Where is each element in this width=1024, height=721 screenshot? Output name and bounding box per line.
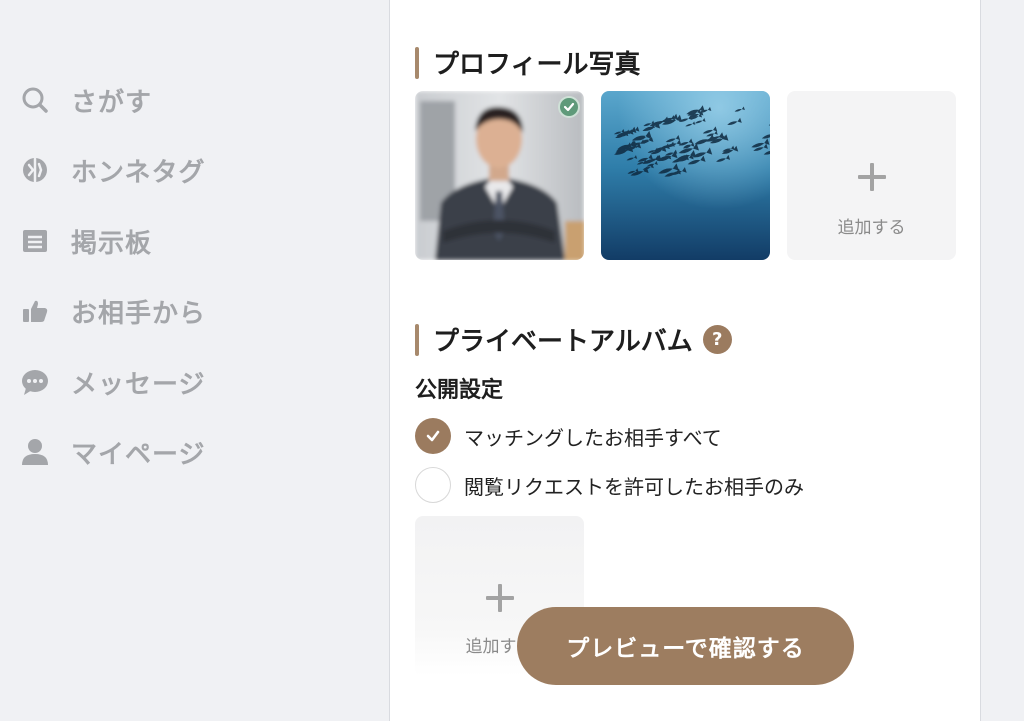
selected-check-icon xyxy=(558,96,580,118)
add-profile-photo-button[interactable]: 追加する xyxy=(787,91,956,260)
sidebar-item-label: さがす xyxy=(71,87,153,118)
sidebar-item-board[interactable]: 掲示板 xyxy=(20,221,152,261)
radio-unchecked-icon[interactable] xyxy=(415,467,451,503)
sidebar-item-search[interactable]: さがす xyxy=(20,80,152,120)
section-title-text: プライベートアルバム xyxy=(433,327,693,357)
chat-bubble-icon xyxy=(20,367,50,397)
sidebar-item-mypage[interactable]: マイページ xyxy=(20,432,205,472)
sidebar-item-label: お相手から xyxy=(71,298,207,329)
visibility-setting-heading: 公開設定 xyxy=(415,378,504,403)
visibility-option-all-matches[interactable]: マッチングしたお相手すべて xyxy=(415,418,722,454)
section-accent-bar xyxy=(415,323,419,356)
profile-edit-panel: プロフィール写真 追加する プライベートアルバム ? 公開設定 マッチングしたお… xyxy=(389,0,981,721)
sidebar-item-label: メッセージ xyxy=(71,369,206,400)
section-accent-bar xyxy=(415,46,419,79)
sidebar-item-label: マイページ xyxy=(71,439,206,470)
sidebar-item-likes[interactable]: お相手から xyxy=(20,291,206,331)
person-icon xyxy=(20,437,50,467)
add-label: 追加する xyxy=(837,218,906,238)
tag-icon xyxy=(20,155,50,185)
profile-photo-section-title: プロフィール写真 xyxy=(415,44,640,81)
radio-checked-icon[interactable] xyxy=(415,418,451,454)
private-album-section-title: プライベートアルバム ? xyxy=(415,321,732,358)
profile-photo-2[interactable] xyxy=(601,91,770,260)
sidebar-item-label: ホンネタグ xyxy=(71,157,206,188)
section-title-text: プロフィール写真 xyxy=(433,50,641,80)
profile-photo-1[interactable] xyxy=(415,91,584,260)
help-icon[interactable]: ? xyxy=(702,325,732,354)
radio-label: 閲覧リクエストを許可したお相手のみ xyxy=(464,474,804,499)
plus-icon xyxy=(857,163,886,191)
sidebar-nav: さがす ホンネタグ 掲示板 お相手から メッセージ マイページ xyxy=(0,0,389,721)
thumbs-up-icon xyxy=(20,296,50,326)
plus-icon xyxy=(485,584,514,612)
sidebar-item-messages[interactable]: メッセージ xyxy=(20,362,205,402)
visibility-option-approved-only[interactable]: 閲覧リクエストを許可したお相手のみ xyxy=(415,467,804,503)
search-icon xyxy=(20,85,50,115)
preview-button[interactable]: プレビューで確認する xyxy=(517,607,854,685)
radio-label: マッチングしたお相手すべて xyxy=(464,425,722,450)
sidebar-item-honne-tag[interactable]: ホンネタグ xyxy=(20,150,205,190)
sidebar-item-label: 掲示板 xyxy=(71,228,153,259)
board-icon xyxy=(20,226,50,256)
